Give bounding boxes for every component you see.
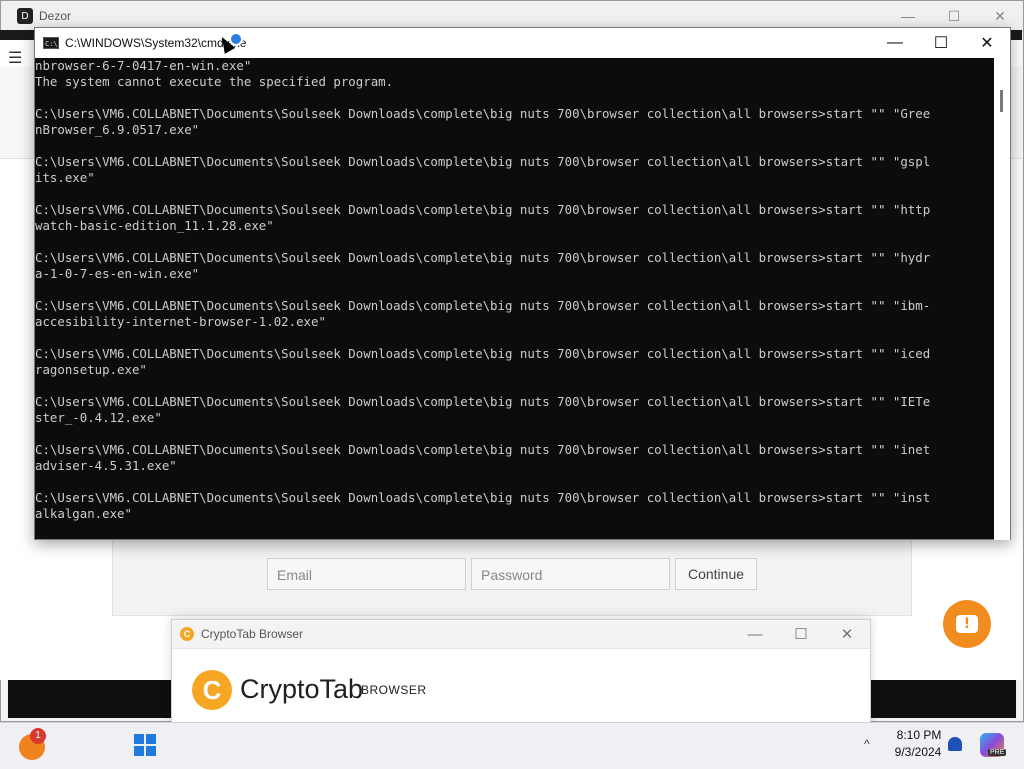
console-line: C:\Users\VM6.COLLABNET\Documents\Soulsee… [35,298,931,313]
cryptotab-minimize-button[interactable]: — [732,620,778,648]
console-text: nbrowser-6-7-0417-en-win.exe" The system … [35,58,995,522]
cryptotab-close-button[interactable]: ✕ [824,620,870,648]
cryptotab-brand: CryptoTab [240,674,364,704]
console-line: alkalgan.exe" [35,506,132,521]
tray-chevron-icon[interactable]: ^ [864,737,870,751]
start-button[interactable] [134,734,156,756]
dezor-logo-icon: D [17,8,33,24]
console-line: adviser-4.5.31.exe" [35,458,177,473]
console-line: C:\Users\VM6.COLLABNET\Documents\Soulsee… [35,250,931,265]
cmd-minimize-button[interactable]: — [872,28,918,58]
cmd-scrollbar[interactable] [994,58,1010,540]
scrollbar-thumb[interactable] [1000,90,1003,112]
console-line: watch-basic-edition_11.1.28.exe" [35,218,274,233]
console-line: C:\Users\VM6.COLLABNET\Documents\Soulsee… [35,346,931,361]
cmd-window: C:\ C:\WINDOWS\System32\cmd.exe — ☐ ✕ nb… [34,27,1011,540]
notification-badge: 1 [30,728,46,744]
cmd-icon: C:\ [43,37,59,49]
cryptotab-titlebar[interactable]: C CryptoTab Browser — ☐ ✕ [172,620,870,649]
hamburger-menu-icon[interactable]: ☰ [8,48,22,68]
feedback-button[interactable]: ! [943,600,991,648]
notification-bell-icon[interactable] [948,737,962,751]
windows-logo-tile [146,746,156,756]
console-line: ster_-0.4.12.exe" [35,410,162,425]
cmd-close-button[interactable]: ✕ [964,28,1010,58]
console-line: C:\Users\VM6.COLLABNET\Documents\Soulsee… [35,394,931,409]
console-line: C:\Users\VM6.COLLABNET\Documents\Soulsee… [35,490,931,505]
taskbar: 1 ^ 8:10 PM 9/3/2024 PRE [0,722,1024,769]
console-output[interactable]: nbrowser-6-7-0417-en-win.exe" The system … [35,58,995,540]
cryptotab-small-logo-icon: C [180,627,194,641]
console-line: C:\Users\VM6.COLLABNET\Documents\Soulsee… [35,106,931,121]
console-line: accesibility-internet-browser-1.02.exe" [35,314,326,329]
email-input[interactable]: Email [267,558,466,590]
clock-time[interactable]: 8:10 PM [893,728,945,742]
continue-button[interactable]: Continue [675,558,757,590]
console-line: The system cannot execute the specified … [35,74,394,89]
console-line: its.exe" [35,170,95,185]
console-line: ragonsetup.exe" [35,362,147,377]
password-input[interactable]: Password [471,558,670,590]
windows-logo-tile [134,746,144,756]
dezor-title: Dezor [39,9,72,23]
console-line: C:\Users\VM6.COLLABNET\Documents\Soulsee… [35,154,931,169]
cmd-maximize-button[interactable]: ☐ [918,28,964,58]
console-line: nBrowser_6.9.0517.exe" [35,122,200,137]
console-line: a-1-0-7-es-en-win.exe" [35,266,200,281]
cryptotab-logo-icon: C [192,670,232,710]
console-line: C:\Users\VM6.COLLABNET\Documents\Soulsee… [35,442,931,457]
cryptotab-maximize-button[interactable]: ☐ [778,620,824,648]
feedback-icon: ! [956,615,978,633]
windows-logo-tile [146,734,156,744]
clock-date[interactable]: 9/3/2024 [889,745,947,759]
windows-logo-tile [134,734,144,744]
cmd-titlebar[interactable]: C:\ C:\WINDOWS\System32\cmd.exe — ☐ ✕ [35,28,1010,58]
console-line: C:\Users\VM6.COLLABNET\Documents\Soulsee… [35,202,931,217]
cryptotab-brand-sub: BROWSER [361,683,427,697]
console-line: nbrowser-6-7-0417-en-win.exe" [35,58,252,73]
copilot-pre-tag: PRE [988,749,1007,756]
cryptotab-title: CryptoTab Browser [201,627,304,641]
